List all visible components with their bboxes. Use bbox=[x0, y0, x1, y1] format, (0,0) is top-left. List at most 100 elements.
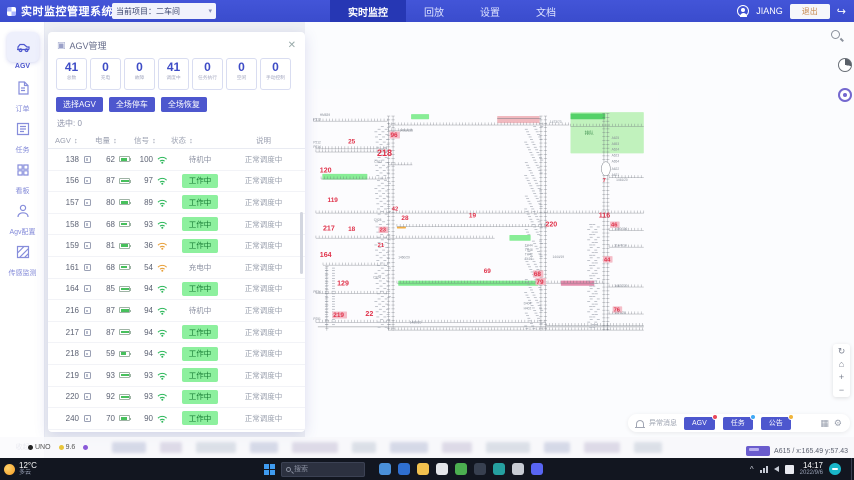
network-icon[interactable] bbox=[760, 466, 768, 473]
map-home-icon[interactable]: ⌂ bbox=[839, 359, 844, 369]
pinned-app-9[interactable] bbox=[531, 463, 543, 475]
action-button-全场恢复[interactable]: 全场恢复 bbox=[161, 97, 207, 112]
teamviewer-icon[interactable] bbox=[829, 463, 841, 475]
agv-row-164[interactable]: 1648594工作中正常调度中 bbox=[48, 279, 305, 301]
agv-id: 158 bbox=[55, 220, 79, 229]
dispatch-note: 正常调度中 bbox=[229, 262, 298, 273]
overlay-button-AGV[interactable]: AGV bbox=[684, 417, 715, 430]
exit-icon[interactable]: ↪ bbox=[837, 5, 846, 18]
sidebar-item-看板[interactable]: 看板 bbox=[0, 155, 45, 196]
map-count-label: 42 bbox=[392, 207, 398, 213]
close-icon[interactable]: ✕ bbox=[288, 41, 296, 51]
column-header-AGV[interactable]: AGV ↕ bbox=[55, 136, 95, 145]
sidebar-item-任务[interactable]: 任务 bbox=[0, 114, 45, 155]
agv-position-text: A615 / x:165.49 y:57.43 bbox=[774, 448, 848, 455]
overlay-grid-icon[interactable]: ▦ bbox=[820, 418, 829, 429]
map-label-noise bbox=[383, 170, 386, 171]
agv-row-216[interactable]: 2168794待机中正常调度中 bbox=[48, 300, 305, 322]
agv-row-138[interactable]: 13862100待机中正常调度中 bbox=[48, 149, 305, 171]
status-badge: 工作中 bbox=[171, 411, 229, 425]
overlay-settings-icon[interactable]: ⚙ bbox=[834, 418, 842, 429]
sidebar-icon-AGV bbox=[7, 32, 39, 62]
agv-row-219[interactable]: 2199393工作中正常调度中 bbox=[48, 365, 305, 387]
map-label-noise bbox=[595, 324, 598, 325]
pinned-app-5[interactable] bbox=[455, 463, 467, 475]
overlay-button-公告[interactable]: 公告 bbox=[761, 417, 791, 430]
map-refresh-icon[interactable]: ↻ bbox=[838, 346, 846, 356]
taskbar-search[interactable]: 搜索 bbox=[281, 462, 365, 477]
agv-row-217[interactable]: 2178794工作中正常调度中 bbox=[48, 322, 305, 344]
agv-robot-icon bbox=[79, 393, 95, 400]
agv-row-161[interactable]: 1616854充电中正常调度中 bbox=[48, 257, 305, 279]
project-select[interactable]: 当前项目：二车间 ▾ bbox=[112, 3, 216, 19]
weather-temp: 12°C bbox=[19, 462, 37, 470]
sidebar-item-AGV[interactable]: AGV bbox=[0, 32, 45, 70]
agv-id: 159 bbox=[55, 241, 79, 250]
battery-icon bbox=[115, 394, 134, 400]
action-button-全场停车[interactable]: 全场停车 bbox=[109, 97, 155, 112]
sidebar-item-Agv配置[interactable]: Agv配置 bbox=[0, 196, 45, 237]
overlay-button-任务[interactable]: 任务 bbox=[723, 417, 753, 430]
map-compass-icon[interactable] bbox=[838, 88, 852, 102]
column-header-信号[interactable]: 信号 ↕ bbox=[134, 135, 171, 146]
agv-row-220[interactable]: 2209293工作中正常调度中 bbox=[48, 387, 305, 409]
map-label-noise bbox=[529, 320, 532, 321]
map-label-noise bbox=[532, 191, 535, 192]
weather-widget[interactable]: 12°C 多云 bbox=[4, 462, 74, 476]
pinned-app-8[interactable] bbox=[512, 463, 524, 475]
map-count-label: 217 bbox=[323, 225, 335, 232]
logout-button[interactable]: 退出 bbox=[790, 4, 830, 19]
tray-expand-icon[interactable]: ^ bbox=[750, 465, 754, 474]
map-search-icon[interactable] bbox=[831, 30, 844, 43]
map-label-noise bbox=[385, 270, 388, 271]
clock[interactable]: 14:17 2022/9/6 bbox=[800, 461, 823, 477]
pinned-app-3[interactable] bbox=[417, 463, 429, 475]
sidebar-item-传感监测[interactable]: 传感监测 bbox=[0, 237, 45, 278]
tab-设置[interactable]: 设置 bbox=[462, 0, 518, 22]
tab-回放[interactable]: 回放 bbox=[406, 0, 462, 22]
column-header-状态[interactable]: 状态 ↕ bbox=[171, 135, 229, 146]
map-label-noise bbox=[376, 255, 379, 256]
map-label-noise bbox=[383, 255, 386, 256]
agv-row-240[interactable]: 2407090工作中正常调度中 bbox=[48, 408, 305, 430]
start-button[interactable] bbox=[264, 464, 275, 475]
agv-row-157[interactable]: 1578089工作中正常调度中 bbox=[48, 192, 305, 214]
battery-icon bbox=[115, 243, 134, 249]
bell-icon[interactable] bbox=[636, 420, 644, 427]
pinned-app-1[interactable] bbox=[379, 463, 391, 475]
action-button-选择AGV[interactable]: 选择AGV bbox=[56, 97, 103, 112]
map-zoom-in-icon[interactable]: + bbox=[839, 372, 844, 382]
table-scrollbar[interactable] bbox=[300, 212, 303, 274]
map-label-noise bbox=[540, 310, 543, 311]
map-label-noise bbox=[376, 170, 379, 171]
sidebar-item-订单[interactable]: 订单 bbox=[0, 73, 45, 114]
map-label-noise bbox=[377, 265, 380, 266]
agv-vehicle-icon bbox=[746, 446, 770, 456]
agv-row-218[interactable]: 2185994工作中正常调度中 bbox=[48, 343, 305, 365]
agv-row-159[interactable]: 1598136工作中正常调度中 bbox=[48, 235, 305, 257]
map-zoom-out-icon[interactable]: − bbox=[839, 385, 844, 395]
agv-row-156[interactable]: 1568797工作中正常调度中 bbox=[48, 171, 305, 193]
pinned-app-6[interactable] bbox=[474, 463, 486, 475]
column-header-说明[interactable]: 说明 bbox=[229, 135, 298, 146]
map-count-label: 218 bbox=[377, 148, 392, 158]
factory-map[interactable]: 2521896421201192819217182316421129219226… bbox=[305, 22, 854, 437]
date: 2022/9/6 bbox=[800, 470, 823, 477]
map-pie-indicator-icon[interactable] bbox=[838, 58, 852, 72]
map-label-noise bbox=[536, 302, 539, 303]
volume-icon[interactable] bbox=[774, 466, 779, 472]
tab-实时监控[interactable]: 实时监控 bbox=[330, 0, 406, 22]
agv-row-158[interactable]: 1586893工作中正常调度中 bbox=[48, 214, 305, 236]
pinned-app-7[interactable] bbox=[493, 463, 505, 475]
ime-icon[interactable] bbox=[785, 465, 794, 474]
map-label-noise bbox=[382, 273, 385, 274]
sidebar-icon-看板 bbox=[7, 155, 39, 185]
map-label-noise bbox=[380, 257, 383, 258]
pinned-app-2[interactable] bbox=[398, 463, 410, 475]
agv-robot-icon bbox=[79, 221, 95, 228]
column-header-电量[interactable]: 电量 ↕ bbox=[95, 135, 134, 146]
tab-文档[interactable]: 文档 bbox=[518, 0, 574, 22]
map-label-noise bbox=[538, 305, 541, 306]
pinned-app-4[interactable] bbox=[436, 463, 448, 475]
map-label-noise bbox=[595, 293, 598, 294]
